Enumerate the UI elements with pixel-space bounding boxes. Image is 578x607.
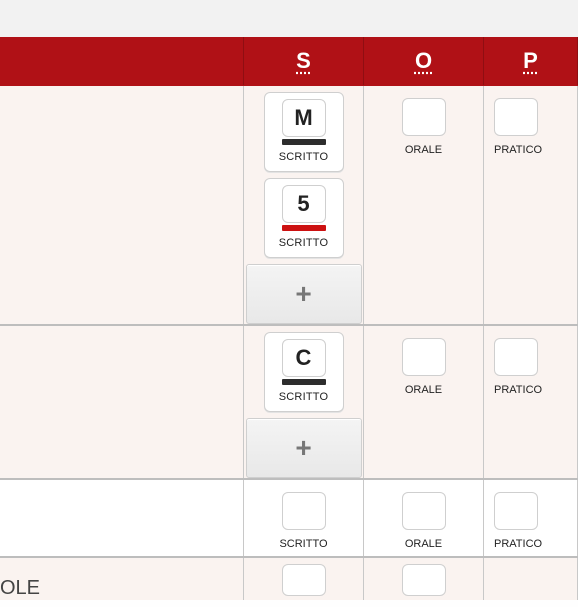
subject-name	[0, 86, 244, 324]
subject-row: SCRITTO ORALE PRATICO	[0, 480, 578, 558]
scritto-cell: C SCRITTO +	[244, 326, 364, 478]
grade-item[interactable]: SCRITTO	[244, 486, 363, 550]
pratico-cell	[484, 558, 578, 600]
header-col-pratico[interactable]: P	[484, 37, 578, 85]
grade-type-label: ORALE	[405, 144, 442, 156]
grade-item[interactable]: 5 SCRITTO	[264, 178, 344, 258]
header-col-scritto[interactable]: S	[244, 37, 364, 85]
grade-value: 5	[282, 185, 326, 223]
grade-value-empty	[494, 98, 538, 136]
pratico-cell: PRATICO	[484, 480, 578, 556]
grade-value-empty	[494, 338, 538, 376]
grade-value-empty[interactable]	[282, 564, 326, 596]
grade-type-label: PRATICO	[494, 144, 542, 156]
table-header: S O P	[0, 37, 578, 86]
grades-table: S O P M SCRITTO 5 SCRITTO + ORALE	[0, 37, 578, 600]
header-subject-col	[0, 37, 244, 85]
orale-cell: ORALE	[364, 326, 484, 478]
scritto-cell: SCRITTO	[244, 480, 364, 556]
scritto-cell: M SCRITTO 5 SCRITTO +	[244, 86, 364, 324]
top-gap	[0, 0, 578, 37]
subject-row: C SCRITTO + ORALE PRATICO	[0, 326, 578, 480]
grade-item[interactable]: ORALE	[364, 92, 483, 156]
grade-item[interactable]: C SCRITTO	[264, 332, 344, 412]
grade-value-empty	[402, 492, 446, 530]
scritto-cell	[244, 558, 364, 600]
grade-bar	[282, 379, 326, 385]
header-letter-s: S	[244, 37, 363, 85]
header-letter-o: O	[364, 37, 483, 85]
pratico-cell: PRATICO	[484, 326, 578, 478]
grade-type-label: PRATICO	[494, 538, 542, 550]
grade-item[interactable]: PRATICO	[494, 332, 578, 396]
grade-item[interactable]: ORALE	[364, 486, 483, 550]
grade-value: C	[282, 339, 326, 377]
grade-bar	[282, 225, 326, 231]
grade-item[interactable]: PRATICO	[494, 92, 578, 156]
grade-type-label: SCRITTO	[279, 538, 327, 550]
add-grade-button[interactable]: +	[246, 264, 362, 324]
orale-cell	[364, 558, 484, 600]
grade-bar	[282, 139, 326, 145]
grade-value-empty	[402, 338, 446, 376]
grade-item[interactable]: PRATICO	[494, 486, 578, 550]
grade-value-empty	[402, 98, 446, 136]
orale-cell: ORALE	[364, 86, 484, 324]
subject-row: M SCRITTO 5 SCRITTO + ORALE PRATICO	[0, 86, 578, 326]
header-col-orale[interactable]: O	[364, 37, 484, 85]
pratico-cell: PRATICO	[484, 86, 578, 324]
subject-name	[0, 480, 244, 556]
orale-cell: ORALE	[364, 480, 484, 556]
grade-value: M	[282, 99, 326, 137]
grade-value-empty	[282, 492, 326, 530]
grade-type-label: ORALE	[405, 384, 442, 396]
subject-row: OLE	[0, 558, 578, 600]
subject-name: OLE	[0, 558, 244, 600]
subject-name	[0, 326, 244, 478]
grade-type-label: SCRITTO	[279, 151, 328, 163]
plus-icon: +	[295, 278, 311, 310]
grade-item[interactable]: ORALE	[364, 332, 483, 396]
grade-item[interactable]: M SCRITTO	[264, 92, 344, 172]
grade-type-label: ORALE	[405, 538, 442, 550]
header-letter-p: P	[484, 37, 577, 85]
plus-icon: +	[295, 432, 311, 464]
grade-type-label: SCRITTO	[279, 391, 328, 403]
grade-value-empty[interactable]	[402, 564, 446, 596]
grade-type-label: SCRITTO	[279, 237, 328, 249]
add-grade-button[interactable]: +	[246, 418, 362, 478]
grade-type-label: PRATICO	[494, 384, 542, 396]
grade-value-empty	[494, 492, 538, 530]
